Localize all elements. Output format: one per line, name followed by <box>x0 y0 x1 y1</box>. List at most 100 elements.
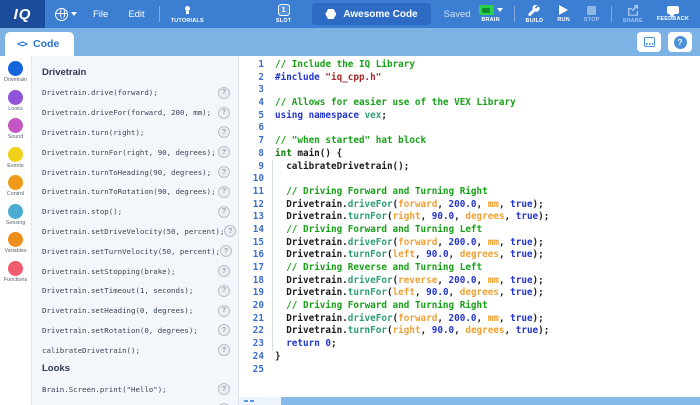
line-number: 5 <box>239 110 264 123</box>
command-item[interactable]: Drivetrain.setStopping(brake);? <box>42 261 230 281</box>
edit-menu[interactable]: Edit <box>118 0 154 28</box>
line-number: 25 <box>239 364 264 377</box>
line-number: 16 <box>239 249 264 262</box>
stop-button[interactable]: STOP <box>577 0 607 28</box>
command-help-button[interactable]: ? <box>218 166 230 178</box>
tutorials-button[interactable]: TUTORIALS <box>164 0 211 28</box>
sidebar-item-looks[interactable]: Looks <box>0 90 31 119</box>
code-line[interactable]: 23 return 0; <box>239 338 700 351</box>
code-line[interactable]: 19 Drivetrain.turnFor(left, 90.0, degree… <box>239 287 700 300</box>
line-number: 15 <box>239 237 264 250</box>
code-line[interactable]: 8int main() { <box>239 148 700 161</box>
code-line[interactable]: 14 // Driving Forward and Turning Left <box>239 224 700 237</box>
command-help-button[interactable]: ? <box>218 383 230 395</box>
command-help-button[interactable]: ? <box>218 265 230 277</box>
build-button[interactable]: BUILD <box>519 0 551 28</box>
command-item[interactable]: Brain.Screen.print("Hello");? <box>42 379 230 399</box>
command-help-button[interactable]: ? <box>218 186 230 198</box>
command-item[interactable]: Drivetrain.turn(right);? <box>42 123 230 143</box>
command-help-button[interactable]: ? <box>218 87 230 99</box>
file-menu[interactable]: File <box>83 0 118 28</box>
command-item[interactable]: Drivetrain.turnToHeading(90, degrees);? <box>42 162 230 182</box>
command-help-button[interactable]: ? <box>218 324 230 336</box>
sidebar-item-variables[interactable]: Variables <box>0 232 31 261</box>
sidebar-item-events[interactable]: Events <box>0 147 31 176</box>
sidebar-item-drivetrain[interactable]: Drivetrain <box>0 61 31 90</box>
command-help-button[interactable]: ? <box>218 344 230 356</box>
code-line[interactable]: 6 <box>239 122 700 135</box>
command-item[interactable]: Drivetrain.stop();? <box>42 202 230 222</box>
code-line[interactable]: 22 Drivetrain.turnFor(right, 90.0, degre… <box>239 325 700 338</box>
top-toolbar: IQ File Edit TUTORIALS 1 SLOT Awesome Co… <box>0 0 700 28</box>
code-line[interactable]: 3 <box>239 84 700 97</box>
command-item[interactable]: Drivetrain.setTurnVelocity(50, percent);… <box>42 241 230 261</box>
project-name-box[interactable]: Awesome Code <box>312 3 430 25</box>
help-button[interactable]: ? <box>668 32 692 52</box>
code-text: int main() { <box>275 148 342 161</box>
code-text: // "when started" hat block <box>275 135 426 148</box>
code-line[interactable]: 18 Drivetrain.driveFor(reverse, 200.0, m… <box>239 275 700 288</box>
code-line[interactable]: 1// Include the IQ Library <box>239 59 700 72</box>
code-text: calibrateDrivetrain(); <box>275 161 409 174</box>
command-item[interactable]: Brain.Screen.setCursor(1, 1);? <box>42 399 230 405</box>
code-line[interactable]: 24} <box>239 351 700 364</box>
command-item[interactable]: calibrateDrivetrain();? <box>42 340 230 360</box>
code-line[interactable]: 9 calibrateDrivetrain(); <box>239 161 700 174</box>
code-line[interactable]: 4// Allows for easier use of the VEX Lib… <box>239 97 700 110</box>
command-help-button[interactable]: ? <box>224 225 236 237</box>
bottom-scrollbar[interactable] <box>239 397 700 405</box>
code-line[interactable]: 12 Drivetrain.driveFor(forward, 200.0, m… <box>239 199 700 212</box>
command-help-button[interactable]: ? <box>218 107 230 119</box>
code-line[interactable]: 11 // Driving Forward and Turning Right <box>239 186 700 199</box>
feedback-button[interactable]: FEEDBACK <box>650 0 696 28</box>
command-help-button[interactable]: ? <box>218 305 230 317</box>
command-help-button[interactable]: ? <box>218 285 230 297</box>
command-item[interactable]: Drivetrain.turnToRotation(90, degrees);? <box>42 182 230 202</box>
code-editor[interactable]: 1// Include the IQ Library2#include "iq_… <box>239 56 700 405</box>
code-line[interactable]: 20 // Driving Forward and Turning Right <box>239 300 700 313</box>
code-line[interactable]: 7// "when started" hat block <box>239 135 700 148</box>
code-line[interactable]: 13 Drivetrain.turnFor(right, 90.0, degre… <box>239 211 700 224</box>
sidebar-item-sensing[interactable]: Sensing <box>0 204 31 233</box>
brain-button[interactable]: BRAIN <box>472 0 510 28</box>
tab-code[interactable]: <> Code <box>5 32 74 56</box>
sidebar-item-functions[interactable]: Functions <box>0 261 31 290</box>
code-text: #include "iq_cpp.h" <box>275 72 381 85</box>
devices-button[interactable] <box>637 32 661 52</box>
command-item[interactable]: Drivetrain.setRotation(0, degrees);? <box>42 321 230 341</box>
command-text: Drivetrain.setStopping(brake); <box>42 267 176 276</box>
chevron-down-icon <box>71 12 77 16</box>
command-help-button[interactable]: ? <box>218 146 230 158</box>
command-item[interactable]: Drivetrain.drive(forward);? <box>42 83 230 103</box>
command-item[interactable]: Drivetrain.turnFor(right, 90, degrees);? <box>42 142 230 162</box>
command-item[interactable]: Drivetrain.driveFor(forward, 200, mm);? <box>42 103 230 123</box>
line-number: 22 <box>239 325 264 338</box>
code-line[interactable]: 17 // Driving Reverse and Turning Left <box>239 262 700 275</box>
code-line[interactable]: 15 Drivetrain.driveFor(forward, 200.0, m… <box>239 237 700 250</box>
command-item[interactable]: Drivetrain.setDriveVelocity(50, percent)… <box>42 222 230 242</box>
language-menu[interactable] <box>55 8 77 21</box>
command-item[interactable]: Drivetrain.setTimeout(1, seconds);? <box>42 281 230 301</box>
share-button[interactable]: SHARE <box>616 0 650 28</box>
slot-icon: 1 <box>278 4 290 16</box>
divider <box>159 6 160 22</box>
code-line[interactable]: 16 Drivetrain.turnFor(left, 90.0, degree… <box>239 249 700 262</box>
code-brackets-icon: <> <box>17 39 27 50</box>
slot-button[interactable]: 1 SLOT <box>269 0 298 28</box>
code-line[interactable]: 2#include "iq_cpp.h" <box>239 72 700 85</box>
bottom-tab[interactable] <box>239 397 281 405</box>
sidebar-item-control[interactable]: Control <box>0 175 31 204</box>
divider <box>514 6 515 22</box>
command-help-button[interactable]: ? <box>218 206 230 218</box>
command-help-button[interactable]: ? <box>220 245 232 257</box>
code-line[interactable]: 21 Drivetrain.driveFor(forward, 200.0, m… <box>239 313 700 326</box>
line-number: 17 <box>239 262 264 275</box>
code-line[interactable]: 5using namespace vex; <box>239 110 700 123</box>
looks-category-icon <box>8 90 23 105</box>
run-button[interactable]: RUN <box>550 0 577 28</box>
sidebar-item-sound[interactable]: Sound <box>0 118 31 147</box>
code-line[interactable]: 25 <box>239 364 700 377</box>
command-item[interactable]: Drivetrain.setHeading(0, degrees);? <box>42 301 230 321</box>
command-help-button[interactable]: ? <box>218 126 230 138</box>
code-line[interactable]: 10 <box>239 173 700 186</box>
